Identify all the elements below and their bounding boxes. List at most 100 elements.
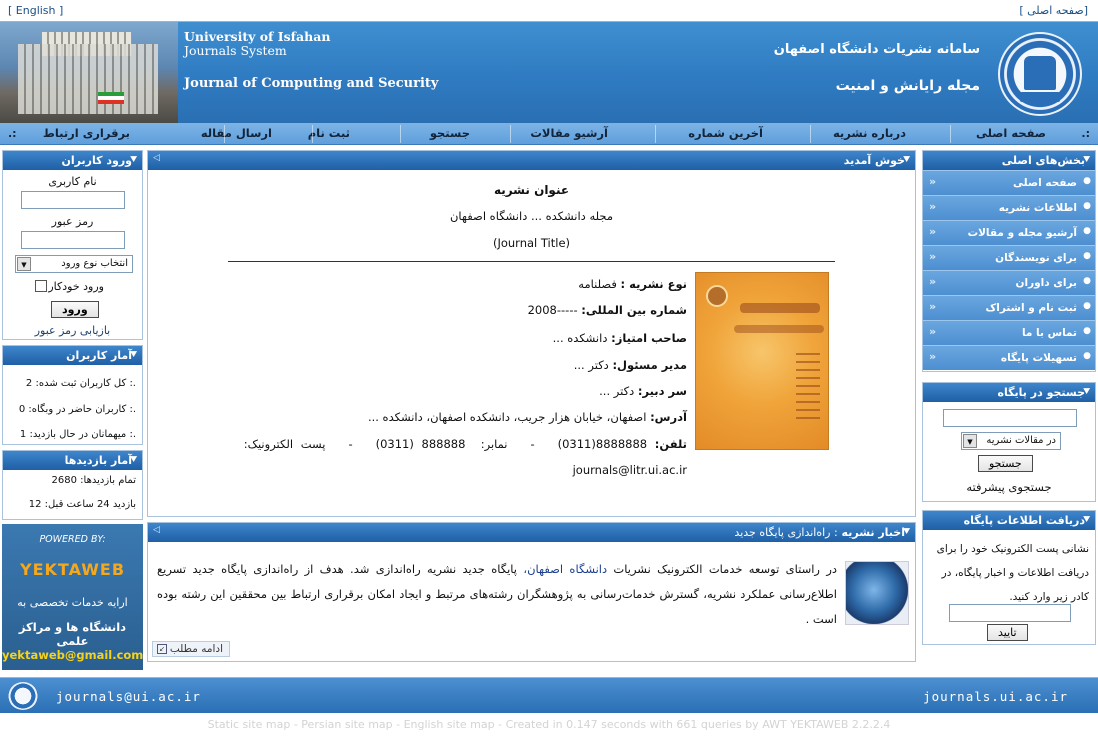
- stat-total-visits: تمام بازديدها: 2680: [51, 475, 136, 486]
- remember-checkbox[interactable]: [35, 280, 47, 292]
- campus-photo: [0, 22, 178, 123]
- dropdown-arrow-icon: ▼: [17, 257, 31, 271]
- chevron-down-icon: ⯆: [129, 453, 138, 466]
- sidebar-item-authors[interactable]: ● برای نويسندگان «: [923, 245, 1095, 270]
- newsletter-panel: ⯆ دريافت اطلاعات پايگاه نشانی پست الکترون…: [922, 510, 1096, 645]
- system-name-fa: سامانه نشريات دانشگاه اصفهان: [773, 42, 980, 57]
- journal-email-link[interactable]: journals@litr.ui.ac.ir: [573, 463, 687, 477]
- password-label: رمز عبور: [51, 215, 94, 228]
- system-name-en: Journals System: [184, 43, 287, 58]
- field-contact: تلفن: 8888888(0311) - نمابر: 888888 (031…: [243, 437, 687, 451]
- password-input[interactable]: [21, 231, 125, 249]
- home-link[interactable]: [صفحه اصلی ]: [1019, 4, 1088, 17]
- sidebar-item-reviewers[interactable]: ● برای داوران «: [923, 270, 1095, 295]
- english-link[interactable]: [ English ]: [8, 4, 63, 17]
- news-panel: ⯆ اخبار نشريه : راه‌اندازی پايگاه جديد ◁ د…: [147, 522, 916, 662]
- login-type-select[interactable]: انتخاب نوع ورود ▼: [15, 255, 133, 273]
- bullet-icon: ●: [1083, 176, 1091, 186]
- field-manager: مدير مسئول: دکتر ...: [573, 358, 687, 372]
- collapse-icon[interactable]: ◁: [153, 525, 160, 535]
- powered-line2: دانشگاه ها و مراکز علمی: [18, 620, 127, 648]
- nav-contact[interactable]: برقراری ارتباط: [43, 126, 130, 140]
- nav-submit-article[interactable]: ارسال مقاله: [201, 126, 272, 140]
- search-title: ⯆ جستجو در پايگاه: [923, 383, 1095, 402]
- university-name-en: University of Isfahan: [184, 29, 331, 44]
- nav-home[interactable]: صفحه اصلی: [976, 126, 1046, 140]
- faculty-name: مجله دانشکده ... دانشگاه اصفهان: [449, 209, 614, 223]
- journal-name-en: Journal of Computing and Security: [184, 76, 439, 91]
- welcome-panel: ⯆ خوش آمديد ◁ عنوان نشريه مجله دانشکده ...…: [147, 150, 916, 517]
- username-label: نام کاربری: [48, 175, 97, 188]
- nav-register[interactable]: ثبت نام: [308, 126, 350, 140]
- chevron-down-icon: ⯆: [1082, 513, 1091, 526]
- double-chevron-icon: «: [929, 250, 937, 263]
- chevron-down-icon: ⯆: [129, 153, 138, 166]
- nav-search[interactable]: جستجو: [430, 126, 470, 140]
- newsletter-text: نشانی پست الکترونيک خود را برای دريافت ا…: [936, 543, 1089, 603]
- sidebar-item-archive[interactable]: ● آرشيو مجله و مقالات «: [923, 220, 1095, 245]
- footer-site-link[interactable]: journals.ui.ac.ir: [923, 689, 1068, 704]
- nav-latest-issue[interactable]: آخرين شماره: [688, 126, 763, 140]
- powered-line1: ارايه خدمات تخصصی به: [17, 596, 128, 609]
- university-link[interactable]: دانشگاه اصفهان،: [523, 562, 607, 576]
- powered-by-banner[interactable]: POWERED BY: YEKTAWEB ارايه خدمات تخصصی ب…: [2, 524, 143, 670]
- field-type: نوع نشريه : فصلنامه: [578, 277, 687, 291]
- powered-email: yektaweb@gmail.com: [2, 648, 144, 662]
- double-chevron-icon: «: [929, 325, 937, 338]
- sidebar-item-contact[interactable]: ● تماس با ما «: [923, 320, 1095, 345]
- field-editor: سر دبير: دکتر ...: [599, 384, 687, 398]
- sidebar-item-journal-info[interactable]: ● اطلاعات نشريه «: [923, 195, 1095, 220]
- double-chevron-icon: «: [929, 200, 937, 213]
- search-panel: ⯆ جستجو در پايگاه در مقالات نشريه ▼ جستجو…: [922, 382, 1096, 502]
- university-logo[interactable]: [998, 32, 1082, 116]
- footer-bar: journals@ui.ac.ir journals.ui.ac.ir: [0, 677, 1098, 713]
- top-bar: [ English ] [صفحه اصلی ]: [0, 0, 1098, 22]
- advanced-search-link[interactable]: جستجوی پيشرفته: [923, 480, 1095, 494]
- sidebar-item-subscription[interactable]: ● ثبت نام و اشتراک «: [923, 295, 1095, 320]
- read-more-button[interactable]: ادامه مطلب ↙: [152, 641, 230, 657]
- bullet-icon: ●: [1083, 201, 1091, 211]
- stat-total-users: .: کل کاربران ثبت شده: 2: [25, 378, 136, 389]
- chevron-down-icon: ⯆: [129, 348, 138, 361]
- powered-label: POWERED BY:: [39, 534, 106, 545]
- username-input[interactable]: [21, 191, 125, 209]
- field-issn: شماره بين المللی: -----2008: [527, 303, 687, 317]
- field-address: آدرس: اصفهان، خيابان هزار جريب، دانشکده …: [367, 410, 687, 424]
- sections-panel: ⯆ بخش‌های اصلی ● صفحه اصلی « ● اطلاعات نشريه…: [922, 150, 1096, 372]
- remember-label: ورود خودکار: [48, 280, 104, 293]
- recover-password-link[interactable]: بازيابی رمز عبور: [3, 324, 142, 337]
- nav-archive[interactable]: آرشيو مقالات: [530, 126, 608, 140]
- bullet-icon: ●: [1083, 226, 1091, 236]
- search-scope-select[interactable]: در مقالات نشريه ▼: [961, 432, 1061, 450]
- footer-email-link[interactable]: journals@ui.ac.ir: [56, 689, 201, 704]
- bullet-icon: ●: [1083, 276, 1091, 286]
- newsletter-title: ⯆ دريافت اطلاعات پايگاه: [923, 511, 1095, 530]
- chevron-down-icon: ⯆: [902, 153, 911, 166]
- news-title: ⯆ اخبار نشريه : راه‌اندازی پايگاه جديد ◁: [148, 523, 915, 542]
- journal-title-en: (Journal Title): [492, 236, 571, 250]
- chevron-down-icon: ⯆: [1082, 385, 1091, 398]
- search-button[interactable]: جستجو: [978, 455, 1033, 472]
- nav-dot-left: .:: [8, 127, 17, 140]
- double-chevron-icon: «: [929, 300, 937, 313]
- site-header: University of Isfahan Journals System Jo…: [0, 22, 1098, 123]
- stat-guests: .: ميهمانان در حال بازديد: 1: [19, 429, 136, 440]
- sidebar-item-home[interactable]: ● صفحه اصلی «: [923, 170, 1095, 195]
- journal-name-fa: مجله رايانش و امنيت: [835, 78, 980, 94]
- journal-heading: عنوان نشريه: [493, 183, 570, 197]
- nav-about[interactable]: درباره نشريه: [833, 126, 906, 140]
- login-title: ⯆ ورود کاربران: [3, 151, 142, 170]
- double-chevron-icon: «: [929, 175, 937, 188]
- collapse-icon[interactable]: ◁: [153, 153, 160, 163]
- journal-cover-image: [695, 272, 829, 450]
- stat-online-users: .: کاربران حاضر در وبگاه: 0: [18, 404, 136, 415]
- sidebar-item-facilities[interactable]: ● تسهيلات پايگاه «: [923, 345, 1095, 370]
- login-button[interactable]: ورود: [51, 301, 99, 318]
- newsletter-email-input[interactable]: [949, 604, 1071, 622]
- visit-stats-title: ⯆ آمار بازديدها: [3, 451, 142, 470]
- user-stats-panel: ⯆ آمار کاربران .: کل کاربران ثبت شده: 2 .…: [2, 345, 143, 445]
- site-search-input[interactable]: [943, 409, 1077, 427]
- bullet-icon: ●: [1083, 301, 1091, 311]
- newsletter-submit-button[interactable]: تاييد: [987, 624, 1028, 641]
- double-chevron-icon: «: [929, 225, 937, 238]
